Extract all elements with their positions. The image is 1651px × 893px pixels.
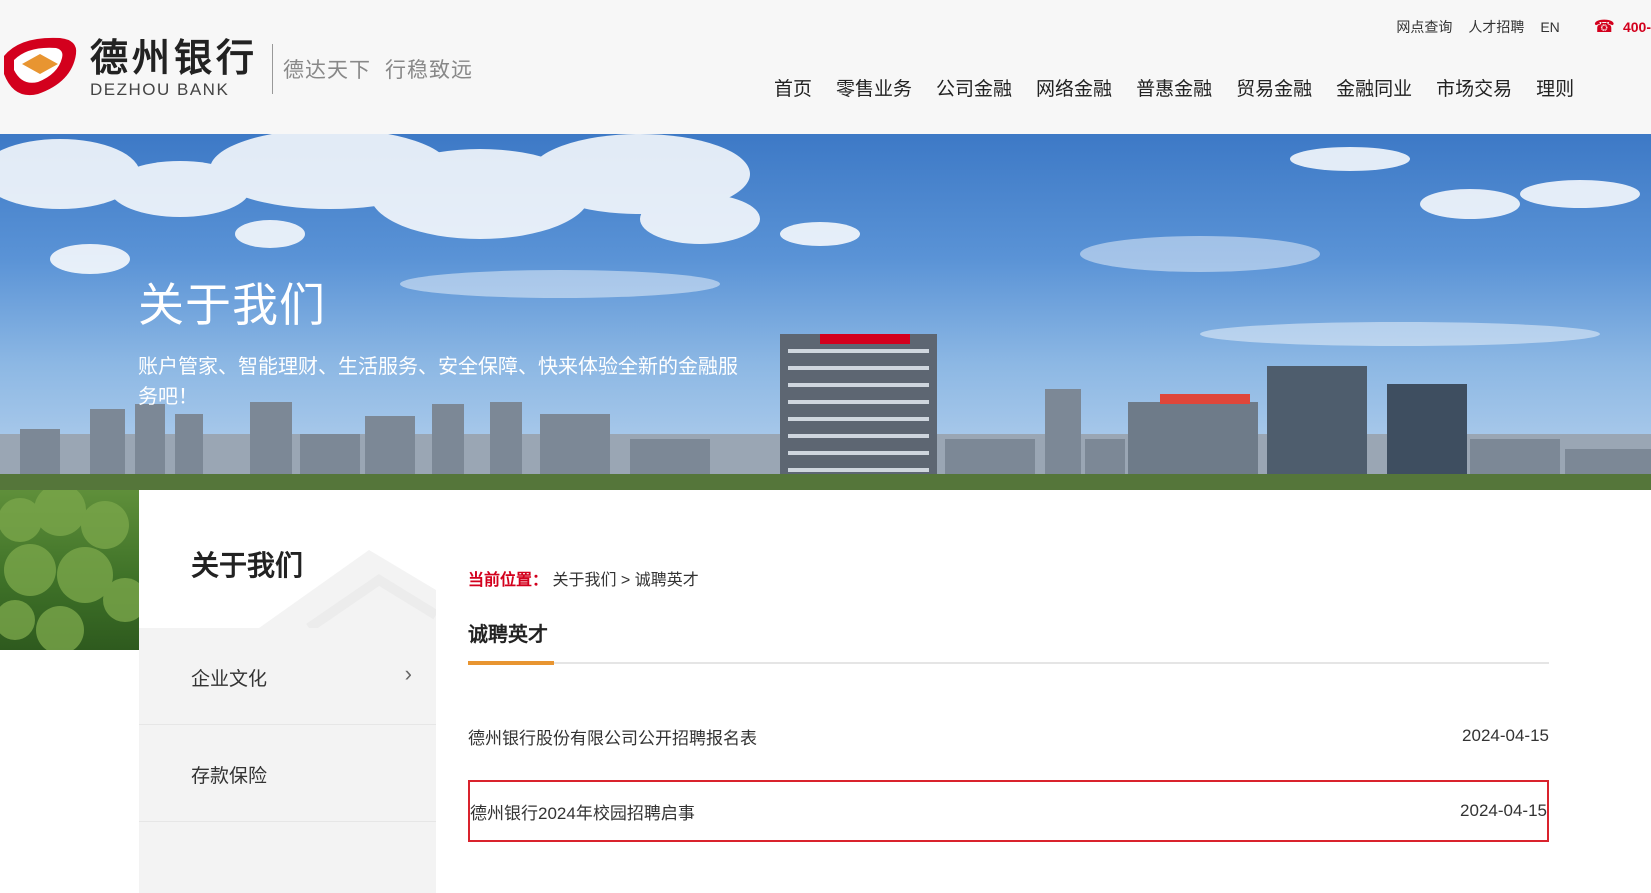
sidebar-item-label: 企业文化 bbox=[191, 669, 268, 690]
sidebar-title: 关于我们 bbox=[191, 550, 304, 581]
list-item-date: 2024-04-15 bbox=[1462, 726, 1549, 745]
logo-en-text: DEZHOU BANK bbox=[90, 80, 230, 99]
nav-online[interactable]: 网络金融 bbox=[1036, 74, 1112, 101]
slogan: 德达天下 行稳致远 bbox=[283, 54, 473, 84]
banner-greenery bbox=[0, 490, 139, 650]
list-item-title[interactable]: 德州银行2024年校园招聘启事 bbox=[470, 799, 695, 824]
list-item-title[interactable]: 德州银行股份有限公司公开招聘报名表 bbox=[468, 724, 757, 749]
nav-trade[interactable]: 贸易金融 bbox=[1236, 74, 1312, 101]
bank-logo[interactable]: 德州银行 DEZHOU BANK 德达天下 行稳致远 bbox=[0, 34, 473, 104]
main-content: 当前位置： 关于我们 > 诚聘英才 诚聘英才 德州银行股份有限公司公开招聘报名表… bbox=[436, 490, 1651, 893]
sidebar-item-culture[interactable]: 企业文化 › bbox=[139, 628, 436, 725]
logo-mark-icon bbox=[0, 34, 82, 104]
nav-market[interactable]: 市场交易 bbox=[1436, 74, 1512, 101]
hero-banner: 关于我们 账户管家、智能理财、生活服务、安全保障、快来体验全新的金融服务吧！ bbox=[0, 134, 1651, 490]
nav-retail[interactable]: 零售业务 bbox=[836, 74, 912, 101]
section-divider-accent bbox=[468, 661, 554, 665]
sidebar-item-more[interactable] bbox=[139, 822, 436, 893]
nav-inclusive[interactable]: 普惠金融 bbox=[1136, 74, 1212, 101]
sidebar-header: 关于我们 bbox=[139, 490, 436, 628]
site-header: 德州银行 DEZHOU BANK 德达天下 行稳致远 网点查询 人才招聘 EN … bbox=[0, 0, 1651, 134]
toplink-branch-search[interactable]: 网点查询 bbox=[1396, 17, 1452, 37]
nav-home[interactable]: 首页 bbox=[774, 74, 812, 101]
banner-title: 关于我们 bbox=[138, 279, 326, 331]
banner-subtitle: 账户管家、智能理财、生活服务、安全保障、快来体验全新的金融服务吧！ bbox=[138, 356, 738, 408]
section-title: 诚聘英才 bbox=[468, 624, 548, 646]
toplink-english[interactable]: EN bbox=[1540, 19, 1559, 35]
slogan-part-1: 德达天下 bbox=[283, 59, 372, 82]
chevron-right-icon: › bbox=[404, 661, 412, 686]
nav-wealth[interactable]: 理则 bbox=[1536, 74, 1574, 101]
slogan-part-2: 行稳致远 bbox=[385, 59, 474, 82]
nav-corporate[interactable]: 公司金融 bbox=[936, 74, 1012, 101]
phone-icon: ☎ bbox=[1593, 17, 1615, 36]
sidebar-item-deposit-insurance[interactable]: 存款保险 bbox=[139, 725, 436, 822]
main-nav: 首页 零售业务 公司金融 网络金融 普惠金融 贸易金融 金融同业 市场交易 理则 bbox=[774, 74, 1598, 101]
nav-interbank[interactable]: 金融同业 bbox=[1336, 74, 1412, 101]
logo-divider bbox=[272, 44, 274, 94]
list-item[interactable]: 德州银行股份有限公司公开招聘报名表 2024-04-15 bbox=[468, 706, 1549, 766]
top-links: 网点查询 人才招聘 EN ☎ 400- bbox=[1380, 17, 1651, 37]
list-item-highlighted[interactable]: 德州银行2024年校园招聘启事 2024-04-15 bbox=[468, 780, 1549, 842]
toplink-recruitment[interactable]: 人才招聘 bbox=[1468, 17, 1524, 37]
list-item-date: 2024-04-15 bbox=[1460, 801, 1547, 820]
section-divider bbox=[468, 662, 1549, 664]
breadcrumb-label: 当前位置： bbox=[468, 572, 549, 589]
sidebar: 关于我们 企业文化 › 存款保险 bbox=[139, 490, 436, 893]
sidebar-item-label: 存款保险 bbox=[191, 766, 268, 787]
logo-cn-text: 德州银行 bbox=[90, 35, 259, 80]
hotline-number[interactable]: 400- bbox=[1623, 19, 1651, 35]
breadcrumb: 当前位置： 关于我们 > 诚聘英才 bbox=[468, 566, 699, 590]
breadcrumb-path[interactable]: 关于我们 > 诚聘英才 bbox=[552, 572, 698, 589]
